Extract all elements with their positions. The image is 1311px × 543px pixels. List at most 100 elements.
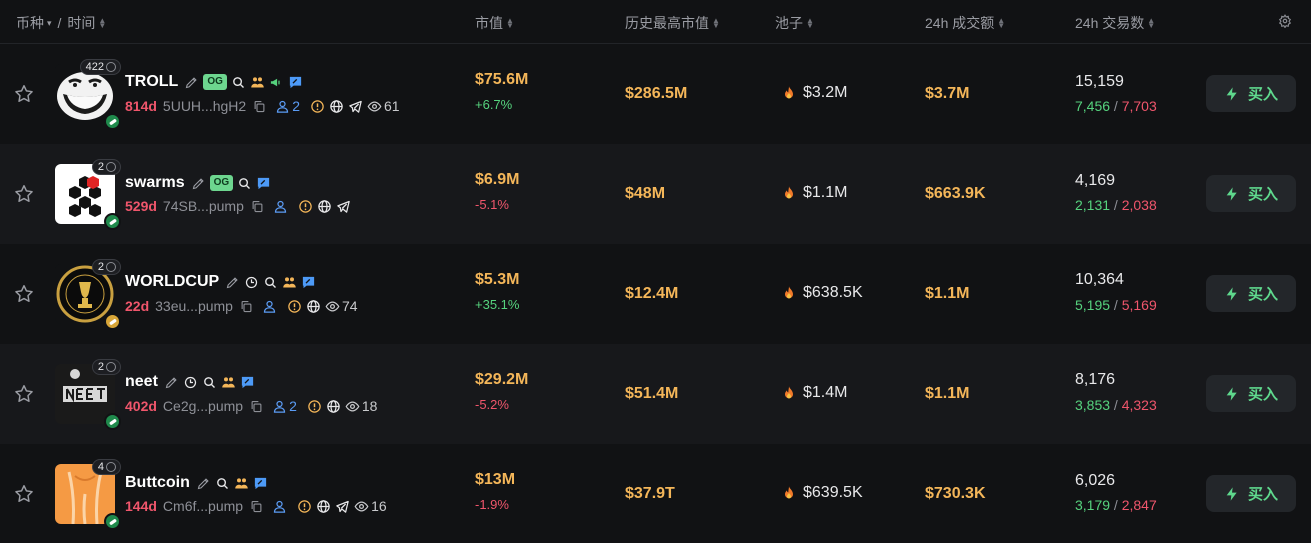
- pencil-icon[interactable]: [225, 275, 240, 290]
- warning-icon[interactable]: [298, 199, 313, 214]
- sort-icon: ▲ ▼: [1147, 16, 1156, 30]
- buy-button[interactable]: 买入: [1206, 75, 1296, 112]
- telegram-icon[interactable]: [348, 99, 363, 114]
- pencil-icon[interactable]: [164, 375, 179, 390]
- pool-value: $639.5K: [803, 484, 863, 501]
- copy-icon[interactable]: [249, 399, 264, 414]
- ath-value: $12.4M: [625, 285, 679, 302]
- count-badge: 2: [91, 259, 121, 275]
- warning-icon[interactable]: [287, 299, 302, 314]
- token-name[interactable]: WORLDCUP: [125, 273, 219, 291]
- volume-value: $3.7M: [925, 85, 970, 102]
- copy-icon[interactable]: [250, 199, 265, 214]
- volume-value: $730.3K: [925, 485, 986, 502]
- token-address[interactable]: 33eu...pump: [155, 298, 233, 314]
- table-row[interactable]: 2 WORLDCUP 22d 33eu...pump 74 $5.3M +35.…: [0, 244, 1311, 344]
- token-name[interactable]: neet: [125, 373, 158, 391]
- warning-icon[interactable]: [307, 399, 322, 414]
- token-name[interactable]: TROLL: [125, 73, 178, 91]
- avatar[interactable]: 2: [55, 259, 121, 330]
- star-icon[interactable]: [13, 283, 35, 305]
- globe-icon[interactable]: [326, 399, 341, 414]
- market-cap-change: -1.9%: [475, 497, 509, 512]
- buy-button[interactable]: 买入: [1206, 475, 1296, 512]
- chat-icon: [240, 375, 255, 390]
- warning-icon[interactable]: [310, 99, 325, 114]
- token-address[interactable]: Ce2g...pump: [163, 398, 243, 414]
- globe-icon[interactable]: [317, 199, 332, 214]
- telegram-icon[interactable]: [336, 199, 351, 214]
- globe-icon[interactable]: [329, 99, 344, 114]
- time-sort-header[interactable]: 时间: [67, 13, 95, 33]
- chevron-down-icon[interactable]: ▾: [47, 18, 52, 29]
- buy-button[interactable]: 买入: [1206, 375, 1296, 412]
- table-row[interactable]: 422 TROLL OG 814d 5UUH...hgH2 2 61 $75.6…: [0, 44, 1311, 144]
- table-row[interactable]: 2 swarms OG 529d 74SB...pump $6.9M -5.1%…: [0, 144, 1311, 244]
- megaphone-icon: [269, 75, 284, 90]
- avatar[interactable]: 422: [55, 59, 121, 130]
- token-name[interactable]: Buttcoin: [125, 474, 190, 492]
- tx-header[interactable]: 24h 交易数 ▲ ▼: [1075, 13, 1155, 33]
- token-address[interactable]: 74SB...pump: [163, 198, 244, 214]
- ath-header[interactable]: 历史最高市值 ▲ ▼: [625, 13, 720, 33]
- market-cap-change: -5.2%: [475, 397, 509, 412]
- avatar[interactable]: 4: [55, 459, 121, 530]
- lightning-icon: [1224, 385, 1240, 403]
- count-badge: 4: [91, 459, 121, 475]
- pill-icon: [104, 513, 121, 530]
- market-cap-value: $13M: [475, 471, 516, 488]
- sort-icon[interactable]: ▲ ▼: [98, 17, 106, 30]
- pencil-icon[interactable]: [191, 176, 206, 191]
- star-icon[interactable]: [13, 383, 35, 405]
- ath-value: $51.4M: [625, 385, 679, 402]
- pill-icon: [104, 413, 121, 430]
- search-icon[interactable]: [202, 375, 217, 390]
- pencil-icon[interactable]: [196, 476, 211, 491]
- eye-icon: [325, 299, 340, 314]
- globe-icon[interactable]: [306, 299, 321, 314]
- avatar[interactable]: 2: [55, 359, 121, 430]
- buy-count: 3,853: [1075, 397, 1111, 413]
- star-icon[interactable]: [13, 83, 35, 105]
- buy-count: 3,179: [1075, 497, 1111, 513]
- star-icon[interactable]: [13, 183, 35, 205]
- telegram-icon[interactable]: [335, 499, 350, 514]
- market-cap-value: $75.6M: [475, 71, 529, 88]
- token-name-line: TROLL OG: [125, 71, 303, 93]
- buy-count: 5,195: [1075, 297, 1111, 313]
- pool-cell: $1.4M: [781, 384, 847, 402]
- eye-icon: [345, 399, 360, 414]
- tx-count: 15,159: [1075, 73, 1124, 90]
- copy-icon[interactable]: [239, 299, 254, 314]
- user-icon: [275, 99, 290, 114]
- search-icon[interactable]: [215, 476, 230, 491]
- circle-icon: [106, 62, 116, 72]
- gear-icon[interactable]: [1278, 14, 1292, 28]
- avatar[interactable]: 2: [55, 159, 121, 230]
- pool-cell: $638.5K: [781, 284, 863, 302]
- buy-button[interactable]: 买入: [1206, 175, 1296, 212]
- table-row[interactable]: 2 neet 402d Ce2g...pump 2 18 $29.2M -5.2…: [0, 344, 1311, 444]
- token-address[interactable]: 5UUH...hgH2: [163, 98, 246, 114]
- star-icon[interactable]: [13, 483, 35, 505]
- table-row[interactable]: 4 Buttcoin 144d Cm6f...pump 16 $13M -1.9…: [0, 444, 1311, 543]
- market-cap-header[interactable]: 市值 ▲ ▼: [475, 13, 514, 33]
- volume-header[interactable]: 24h 成交额 ▲ ▼: [925, 13, 1005, 33]
- market-cap-change: -5.1%: [475, 197, 509, 212]
- globe-icon[interactable]: [316, 499, 331, 514]
- buy-button[interactable]: 买入: [1206, 275, 1296, 312]
- warning-icon[interactable]: [297, 499, 312, 514]
- count-badge: 422: [79, 59, 121, 75]
- search-icon[interactable]: [237, 176, 252, 191]
- pencil-icon[interactable]: [184, 75, 199, 90]
- token-name[interactable]: swarms: [125, 174, 185, 192]
- search-icon[interactable]: [231, 75, 246, 90]
- pool-header[interactable]: 池子 ▲ ▼: [775, 13, 814, 33]
- copy-icon[interactable]: [252, 99, 267, 114]
- pill-icon: [104, 213, 121, 230]
- copy-icon[interactable]: [249, 499, 264, 514]
- lightning-icon: [1224, 285, 1240, 303]
- search-icon[interactable]: [263, 275, 278, 290]
- token-address[interactable]: Cm6f...pump: [163, 498, 243, 514]
- token-sort-header[interactable]: 币种: [16, 13, 44, 33]
